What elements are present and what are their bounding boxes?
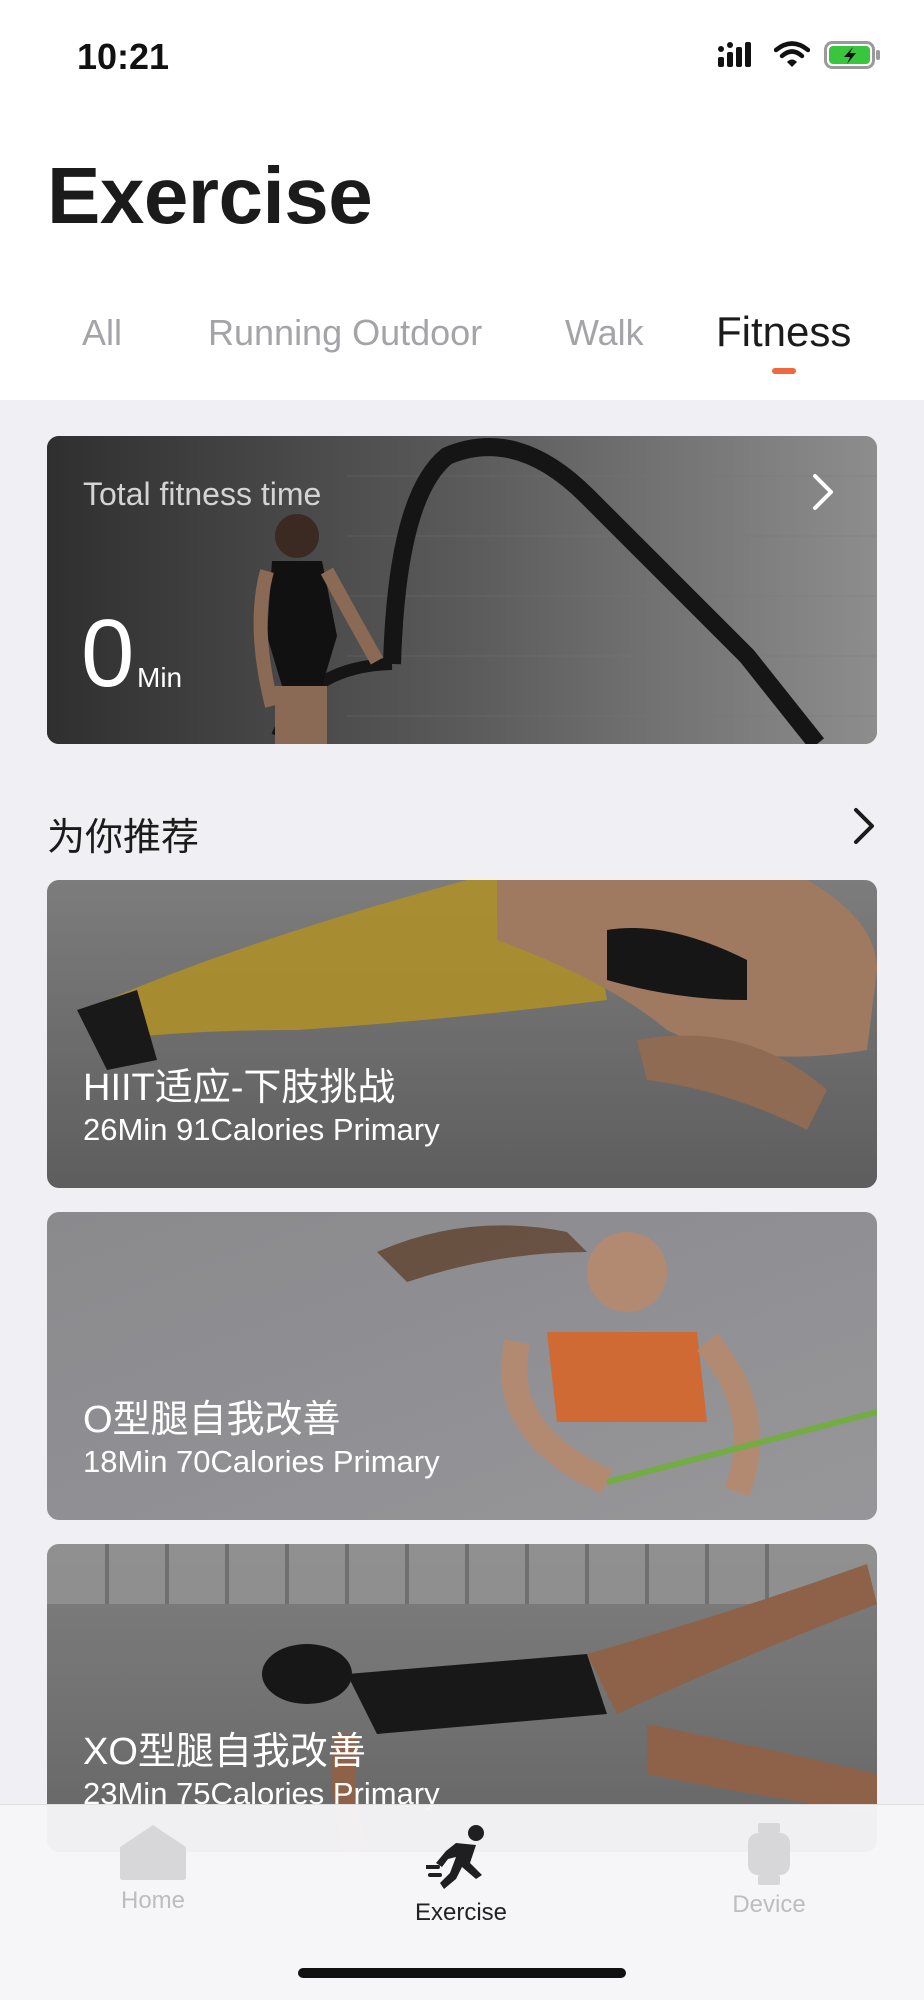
total-fitness-unit: Min — [137, 662, 183, 693]
watch-icon — [748, 1823, 790, 1885]
exercise-screen: 10:21 Exercise All Running Outdoor Walk … — [0, 0, 924, 2000]
chevron-right-icon — [813, 474, 833, 510]
workout-name: HIIT适应-下肢挑战 — [83, 1067, 396, 1109]
wifi-icon — [774, 41, 810, 67]
status-time: 10:21 — [77, 36, 170, 77]
total-fitness-label: Total fitness time — [83, 476, 322, 512]
tabbar-item-device[interactable]: Device — [669, 1823, 869, 1919]
workout-card[interactable]: HIIT适应-下肢挑战 26Min 91Calories Primary — [47, 880, 877, 1188]
tab-walk[interactable]: Walk — [565, 312, 644, 354]
tab-running-outdoor[interactable]: Running Outdoor — [208, 312, 482, 354]
home-icon — [120, 1825, 186, 1880]
cellular-signal-icon — [718, 42, 751, 67]
tab-fitness[interactable]: Fitness — [716, 308, 851, 356]
workout-name: O型腿自我改善 — [83, 1399, 341, 1441]
battery-charging-icon — [824, 41, 880, 69]
workout-card[interactable]: O型腿自我改善 18Min 70Calories Primary — [47, 1212, 877, 1520]
tab-all[interactable]: All — [82, 312, 122, 354]
tabbar-item-home[interactable]: Home — [53, 1823, 253, 1915]
recommend-section-title: 为你推荐 — [47, 817, 200, 859]
chevron-right-icon[interactable] — [852, 806, 878, 846]
status-icons — [718, 40, 882, 70]
tabbar-label: Device — [732, 1891, 806, 1918]
workout-meta: 26Min 91Calories Primary — [83, 1112, 440, 1147]
tabbar-item-exercise[interactable]: Exercise — [361, 1823, 561, 1927]
tabbar-label: Home — [120, 1887, 186, 1914]
active-tab-indicator — [772, 368, 796, 374]
workout-name: XO型腿自我改善 — [83, 1731, 366, 1773]
page-title: Exercise — [47, 151, 373, 240]
home-indicator — [298, 1968, 626, 1978]
tabbar-label: Exercise — [414, 1899, 508, 1926]
header: 10:21 Exercise All Running Outdoor Walk … — [0, 0, 924, 400]
running-person-icon — [426, 1825, 484, 1889]
total-fitness-card[interactable]: Total fitness time 0 Min — [47, 436, 877, 744]
category-tabs: All Running Outdoor Walk Fitness — [0, 308, 924, 372]
workout-meta: 18Min 70Calories Primary — [83, 1444, 440, 1479]
total-fitness-value: 0 — [81, 600, 135, 707]
